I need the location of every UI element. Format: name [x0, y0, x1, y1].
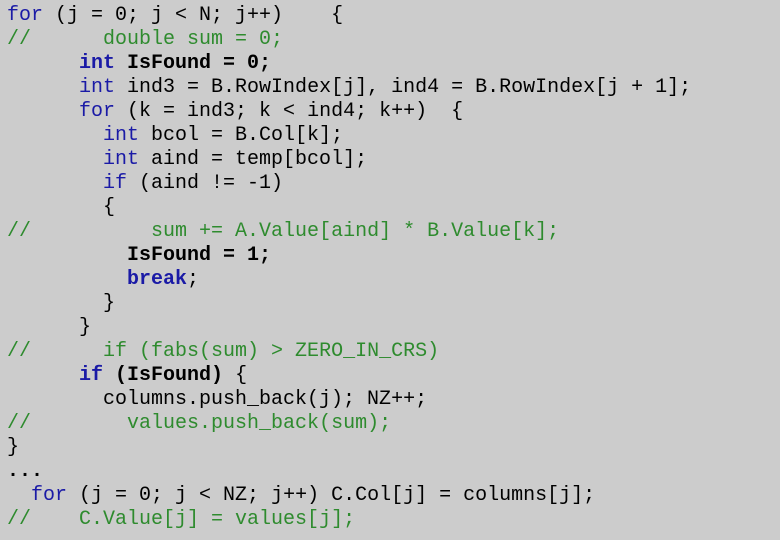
comment-token: if (fabs(sum) > ZERO_IN_CRS): [31, 340, 440, 363]
keyword-token: for: [7, 4, 44, 27]
comment-marker: //: [7, 220, 32, 243]
code-line: ...: [7, 460, 691, 484]
keyword-token: if: [103, 172, 128, 195]
keyword-token: break: [127, 268, 188, 291]
comment-marker: //: [7, 508, 32, 531]
code-line: {: [7, 196, 691, 220]
code-token: ind3 = B.RowIndex[j], ind4 = B.RowIndex[…: [115, 76, 692, 99]
code-line: break;: [7, 268, 691, 292]
code-line: int aind = temp[bcol];: [7, 148, 691, 172]
code-line: int bcol = B.Col[k];: [7, 124, 691, 148]
code-line: if (IsFound) {: [7, 364, 691, 388]
code-editor: for (j = 0; j < N; j++) {// double sum =…: [7, 4, 691, 532]
code-token: columns.push_back(j); NZ++;: [7, 388, 428, 411]
comment-token: values.push_back(sum);: [31, 412, 392, 435]
code-line: for (j = 0; j < N; j++) {: [7, 4, 691, 28]
code-token: {: [7, 196, 116, 219]
keyword-token: int: [79, 52, 116, 75]
code-line: columns.push_back(j); NZ++;: [7, 388, 691, 412]
code-line: }: [7, 436, 691, 460]
keyword-token: if: [79, 364, 104, 387]
comment-marker: //: [7, 412, 32, 435]
code-token: (k = ind3; k < ind4; k++) {: [115, 100, 464, 123]
code-line: IsFound = 1;: [7, 244, 691, 268]
code-line: for (j = 0; j < NZ; j++) C.Col[j] = colu…: [7, 484, 691, 508]
keyword-token: int: [103, 124, 140, 147]
code-line: // sum += A.Value[aind] * B.Value[k];: [7, 220, 691, 244]
comment-token: double sum = 0;: [31, 28, 284, 51]
comment-marker: //: [7, 340, 32, 363]
keyword-token: int: [103, 148, 140, 171]
bold-token: ...: [7, 460, 44, 483]
code-line: // values.push_back(sum);: [7, 412, 691, 436]
code-line: }: [7, 292, 691, 316]
code-line: }: [7, 316, 691, 340]
code-line: if (aind != -1): [7, 172, 691, 196]
bold-token: (IsFound): [103, 364, 224, 387]
code-line: // C.Value[j] = values[j];: [7, 508, 691, 532]
code-token: (j = 0; j < NZ; j++) C.Col[j] = columns[…: [67, 484, 596, 507]
keyword-token: for: [79, 100, 116, 123]
code-token: {: [223, 364, 248, 387]
code-line: for (k = ind3; k < ind4; k++) {: [7, 100, 691, 124]
code-token: (j = 0; j < N; j++) {: [43, 4, 344, 27]
code-line: // double sum = 0;: [7, 28, 691, 52]
bold-token: IsFound = 1;: [127, 244, 272, 267]
code-token: ;: [187, 268, 200, 291]
code-line: int ind3 = B.RowIndex[j], ind4 = B.RowIn…: [7, 76, 691, 100]
comment-marker: //: [7, 28, 32, 51]
code-token: }: [7, 436, 20, 459]
code-token: }: [7, 292, 116, 315]
code-line: // if (fabs(sum) > ZERO_IN_CRS): [7, 340, 691, 364]
code-line: int IsFound = 0;: [7, 52, 691, 76]
keyword-token: int: [79, 76, 116, 99]
code-token: }: [7, 316, 92, 339]
comment-token: C.Value[j] = values[j];: [31, 508, 356, 531]
code-token: bcol = B.Col[k];: [139, 124, 344, 147]
code-token: aind = temp[bcol];: [139, 148, 368, 171]
code-token: (aind != -1): [127, 172, 284, 195]
comment-token: sum += A.Value[aind] * B.Value[k];: [31, 220, 560, 243]
bold-token: IsFound = 0;: [115, 52, 272, 75]
keyword-token: for: [31, 484, 68, 507]
